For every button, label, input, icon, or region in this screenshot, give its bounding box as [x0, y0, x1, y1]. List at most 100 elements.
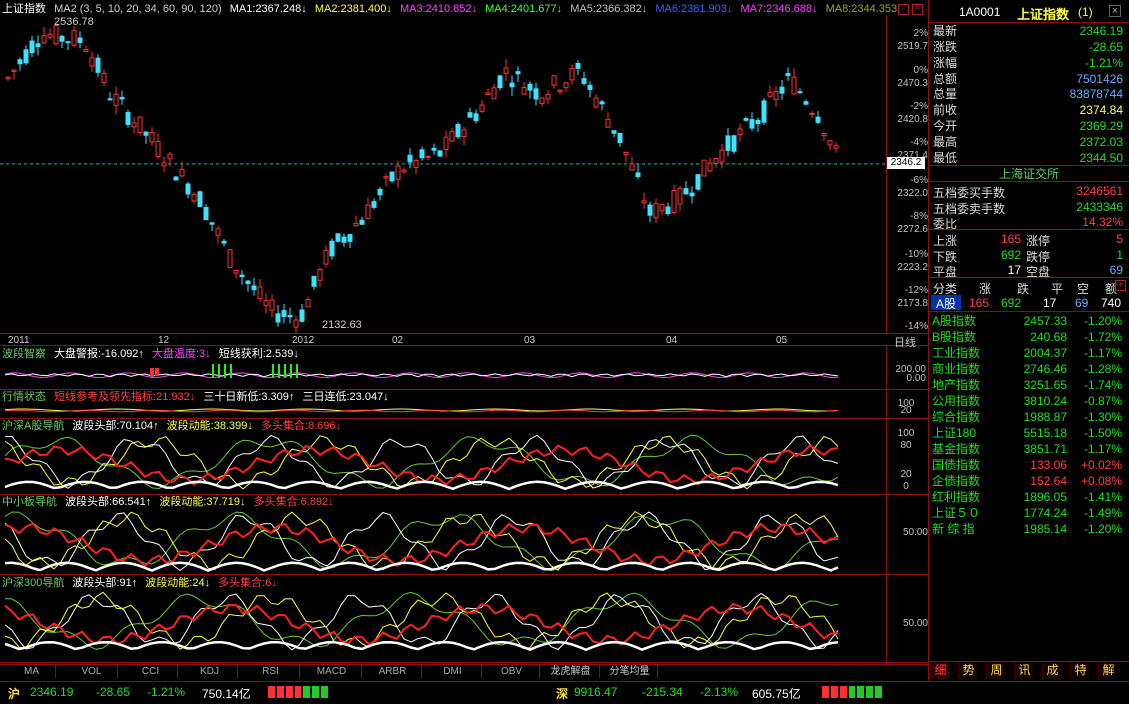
- class-expand-icon[interactable]: +: [1115, 280, 1126, 291]
- index-name: 地产指数: [932, 378, 981, 392]
- header-close-icon[interactable]: ×: [912, 4, 923, 15]
- date-label-5: 04: [666, 335, 678, 346]
- candle-body: [179, 168, 185, 177]
- pane5-axis-50: 50.00: [902, 618, 928, 629]
- index-row[interactable]: 上证５０ 1774.24 -1.49%: [932, 505, 1124, 521]
- indicator-line: [4, 602, 839, 647]
- candle-body: [263, 300, 269, 306]
- tab-fbjl[interactable]: 分笔均量: [602, 665, 658, 678]
- date-label-2: 2012: [292, 335, 315, 346]
- status-sh-label: 沪: [8, 687, 21, 701]
- rtab-detail[interactable]: 细: [930, 662, 950, 679]
- candlestick-chart[interactable]: [0, 15, 928, 333]
- candle-body: [221, 240, 227, 244]
- candle-body: [5, 76, 11, 80]
- quote-key: 最低: [933, 151, 958, 165]
- candle-body: [413, 159, 419, 168]
- index-change: -1.49%: [1083, 506, 1122, 520]
- date-label-6: 05: [776, 335, 788, 346]
- candle-body: [101, 72, 107, 83]
- rtab-special[interactable]: 特: [1070, 662, 1090, 679]
- candle-body: [173, 176, 179, 181]
- candle-body: [59, 35, 65, 42]
- tab-vol[interactable]: VOL: [66, 665, 118, 678]
- class-header: 平: [1051, 282, 1064, 296]
- index-row[interactable]: 工业指数 2004.37 -1.17%: [932, 345, 1124, 361]
- status-sh-chg: -28.65: [96, 685, 131, 699]
- rtab-trend[interactable]: 势: [958, 662, 978, 679]
- candle-body: [17, 59, 23, 65]
- candle-body: [659, 203, 665, 212]
- candle-body: [455, 124, 461, 138]
- candle-body: [611, 130, 617, 134]
- quote-value: -1.21%: [1084, 56, 1123, 70]
- candle-body: [65, 41, 71, 44]
- tab-cci[interactable]: CCI: [124, 665, 178, 678]
- rtab-week[interactable]: 周: [986, 662, 1006, 679]
- index-row[interactable]: 综合指数 1988.87 -1.30%: [932, 409, 1124, 425]
- candle-body: [371, 201, 377, 208]
- status-sz-label: 深: [556, 687, 569, 701]
- candle-body: [707, 162, 713, 172]
- index-value: 3851.71: [1023, 442, 1067, 456]
- candle-body: [833, 145, 839, 149]
- signal-bar: [278, 364, 280, 378]
- index-row[interactable]: 新 综 指 1985.14 -1.20%: [932, 521, 1124, 537]
- index-row[interactable]: 商业指数 2746.46 -1.28%: [932, 361, 1124, 377]
- index-row[interactable]: 国债指数 133.06 +0.02%: [932, 457, 1124, 473]
- header-minimize-icon[interactable]: -: [898, 4, 909, 15]
- axis-price-2: 2420.8: [897, 114, 928, 125]
- candle-body: [563, 82, 569, 89]
- candle-body: [479, 104, 485, 112]
- candle-body: [257, 286, 263, 299]
- index-row[interactable]: 红利指数 1896.05 -1.41%: [932, 489, 1124, 505]
- class-flat: 17: [1043, 296, 1057, 310]
- quote-key: 最高: [933, 135, 958, 149]
- tab-lhjp[interactable]: 龙虎解盘: [542, 665, 600, 678]
- index-value: 240.68: [1030, 330, 1067, 344]
- quote-key: 总额: [933, 72, 958, 86]
- index-name: 国债指数: [932, 458, 981, 472]
- index-row[interactable]: 基金指数 3851.71 -1.17%: [932, 441, 1124, 457]
- index-row[interactable]: 地产指数 3251.65 -1.74%: [932, 377, 1124, 393]
- signal-bar: [224, 364, 226, 378]
- candle-body: [431, 147, 437, 151]
- tab-rsi[interactable]: RSI: [242, 665, 300, 678]
- tab-ma[interactable]: MA: [8, 665, 56, 678]
- tab-obv[interactable]: OBV: [484, 665, 540, 678]
- high-price-label: 2536.78: [54, 16, 94, 28]
- candle-body: [425, 155, 431, 158]
- index-row[interactable]: 公用指数 3810.24 -0.87%: [932, 393, 1124, 409]
- candle-body: [251, 285, 257, 291]
- candle-body: [701, 159, 707, 177]
- tab-dmi[interactable]: DMI: [424, 665, 482, 678]
- rtab-news[interactable]: 讯: [1014, 662, 1034, 679]
- candle-body: [383, 176, 389, 179]
- signal-bar: [296, 364, 298, 378]
- tab-macd[interactable]: MACD: [302, 665, 362, 678]
- candle-body: [437, 150, 443, 157]
- book-value: 3246561: [1076, 184, 1123, 198]
- rtab-analysis[interactable]: 解: [1098, 662, 1118, 679]
- breadth-key: 上涨: [933, 234, 958, 248]
- tab-arbr[interactable]: ARBR: [364, 665, 422, 678]
- candle-body: [293, 319, 299, 328]
- candle-body: [629, 163, 635, 171]
- quote-close-icon[interactable]: ×: [1109, 5, 1121, 17]
- indicator-lines: [4, 364, 839, 652]
- class-name[interactable]: A股: [931, 295, 961, 311]
- quote-key: 总量: [933, 87, 958, 101]
- tab-kdj[interactable]: KDJ: [182, 665, 238, 678]
- candle-body: [485, 92, 491, 96]
- axis-pct-5: -8%: [910, 211, 928, 222]
- date-label-4: 03: [524, 335, 536, 346]
- period-label[interactable]: 日线: [894, 334, 916, 350]
- index-row[interactable]: 企债指数 152.64 +0.08%: [932, 473, 1124, 489]
- rtab-trades[interactable]: 成: [1042, 662, 1062, 679]
- axis-pct-8: -14%: [904, 321, 928, 332]
- candle-body: [401, 169, 407, 173]
- index-row[interactable]: B股指数 240.68 -1.72%: [932, 329, 1124, 345]
- index-row[interactable]: 上证180 5515.18 -1.50%: [932, 425, 1124, 441]
- candle-body: [191, 193, 197, 202]
- index-row[interactable]: A股指数 2457.33 -1.20%: [932, 313, 1124, 329]
